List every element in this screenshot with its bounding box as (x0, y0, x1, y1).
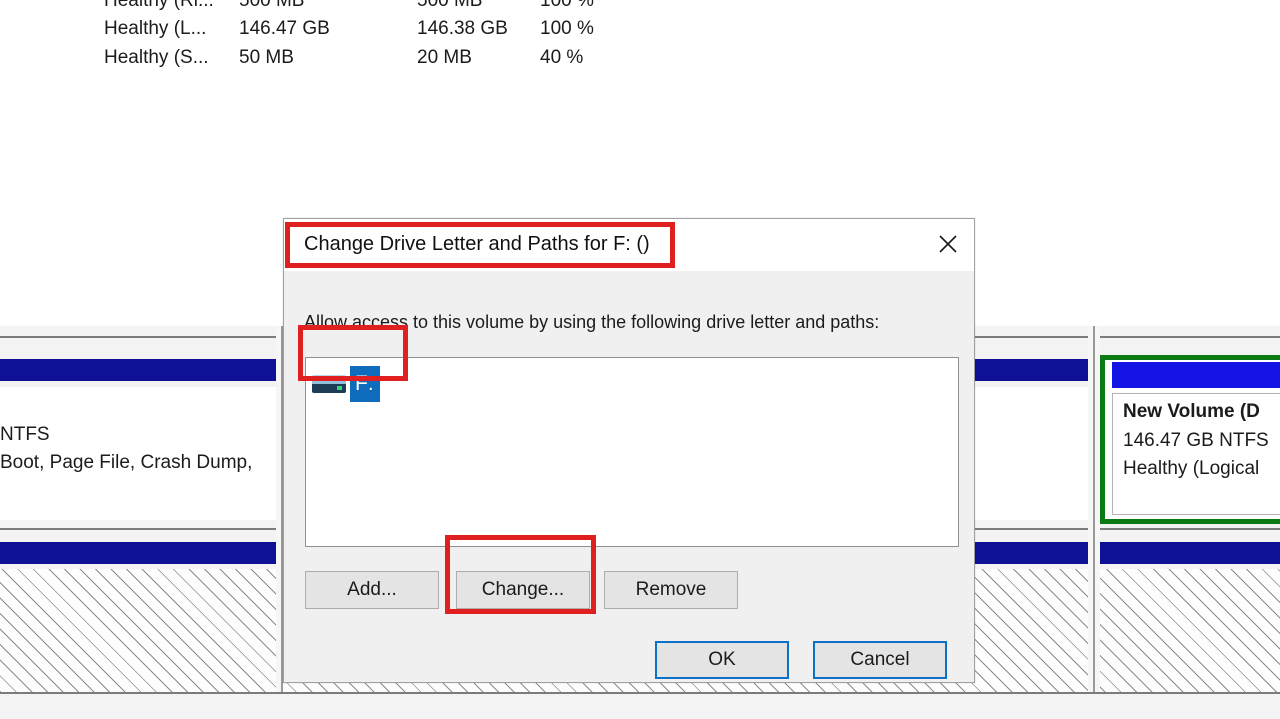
cell-percent-free: 100 % (540, 18, 594, 39)
left-partition-filesystem: NTFS (0, 424, 50, 445)
cell-status: Healthy (L... (104, 18, 207, 39)
ok-button[interactable]: OK (655, 641, 789, 679)
cell-free-space: 20 MB (417, 47, 472, 68)
cell-capacity: 146.47 GB (239, 18, 330, 39)
selected-partition-details[interactable]: New Volume (D 146.47 GB NTFS Healthy (Lo… (1112, 393, 1280, 515)
dialog-title: Change Drive Letter and Paths for F: () (304, 233, 650, 255)
add-button[interactable]: Add... (305, 571, 439, 609)
list-item[interactable]: F: (312, 364, 380, 404)
change-drive-letter-dialog: Change Drive Letter and Paths for F: () … (283, 218, 975, 683)
selected-partition-bar[interactable] (1112, 362, 1280, 388)
cell-percent-free: 100 % (540, 0, 594, 11)
dialog-titlebar[interactable]: Change Drive Letter and Paths for F: () (284, 219, 974, 271)
change-button[interactable]: Change... (456, 571, 590, 609)
hard-drive-icon (312, 373, 346, 395)
disk-map-footer-strip (0, 694, 1280, 719)
right-frame-edge (1093, 326, 1095, 692)
cell-capacity: 50 MB (239, 47, 294, 68)
right-volume-size: 146.47 GB NTFS (1123, 430, 1269, 451)
right-volume-name: New Volume (D (1123, 401, 1260, 422)
cell-percent-free: 40 % (540, 47, 584, 68)
cell-status: Healthy (S... (104, 47, 209, 68)
cell-capacity: 500 MB (239, 0, 305, 11)
cancel-button[interactable]: Cancel (813, 641, 947, 679)
list-item-label: F: (350, 366, 380, 402)
right-volume-status: Healthy (Logical (1123, 458, 1260, 479)
dialog-body: Allow access to this volume by using the… (284, 271, 974, 682)
left-partition-flags: Boot, Page File, Crash Dump, (0, 452, 253, 473)
cell-status: Healthy (Ri... (104, 0, 214, 11)
cell-free-space: 146.38 GB (417, 18, 508, 39)
remove-button[interactable]: Remove (604, 571, 738, 609)
dialog-instruction-label: Allow access to this volume by using the… (304, 312, 880, 332)
close-icon[interactable] (924, 221, 972, 267)
drive-letter-list[interactable]: F: (305, 357, 959, 547)
cell-free-space: 500 MB (417, 0, 483, 11)
